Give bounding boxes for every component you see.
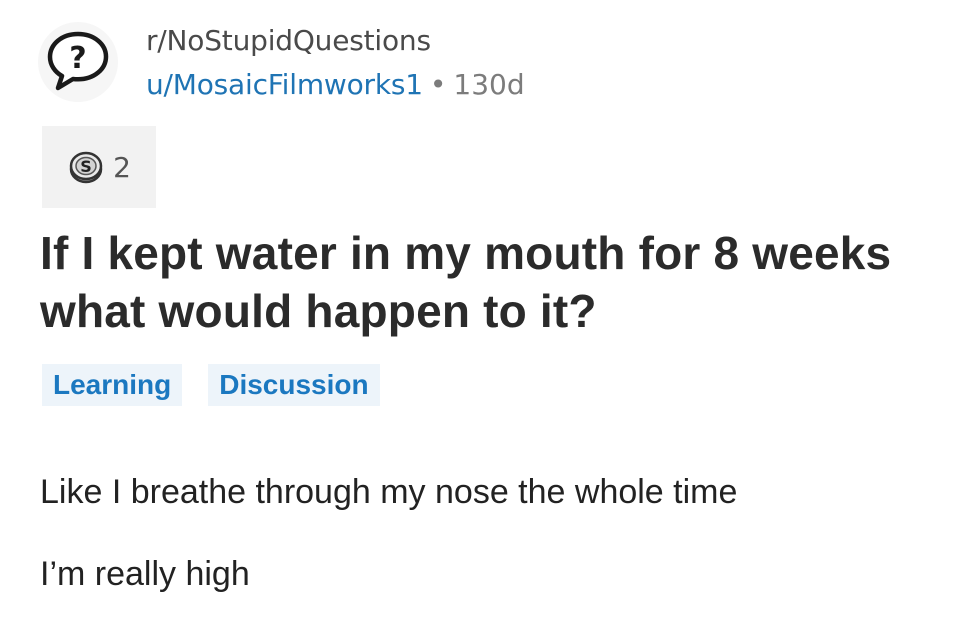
- post-age: 130d: [453, 68, 525, 101]
- post-card: ? r/NoStupidQuestions u/MosaicFilmworks1…: [0, 0, 980, 635]
- post-body: Like I breathe through my nose the whole…: [40, 470, 940, 596]
- post-title[interactable]: If I kept water in my mouth for 8 weeks …: [40, 224, 940, 340]
- subreddit-avatar[interactable]: ?: [38, 22, 118, 102]
- body-paragraph: Like I breathe through my nose the whole…: [40, 473, 738, 511]
- meta-separator: •: [429, 68, 447, 101]
- award-badge[interactable]: S 2: [42, 126, 156, 208]
- subreddit-link[interactable]: r/NoStupidQuestions: [146, 22, 525, 60]
- flair-list: Learning Discussion: [42, 364, 406, 406]
- author-link[interactable]: u/MosaicFilmworks1: [146, 68, 423, 101]
- flair-learning[interactable]: Learning: [42, 364, 183, 406]
- flair-discussion[interactable]: Discussion: [208, 364, 380, 406]
- post-header: ? r/NoStupidQuestions u/MosaicFilmworks1…: [38, 22, 525, 104]
- svg-text:?: ?: [69, 41, 86, 76]
- award-count: 2: [113, 150, 131, 184]
- post-meta: r/NoStupidQuestions u/MosaicFilmworks1 • 1…: [146, 22, 525, 104]
- silver-coin-icon: S: [69, 151, 103, 184]
- svg-text:S: S: [80, 157, 92, 176]
- body-paragraph: I’m really high: [40, 555, 250, 593]
- question-mark-speech-bubble-icon: ?: [47, 31, 109, 91]
- byline: u/MosaicFilmworks1 • 130d: [146, 66, 525, 104]
